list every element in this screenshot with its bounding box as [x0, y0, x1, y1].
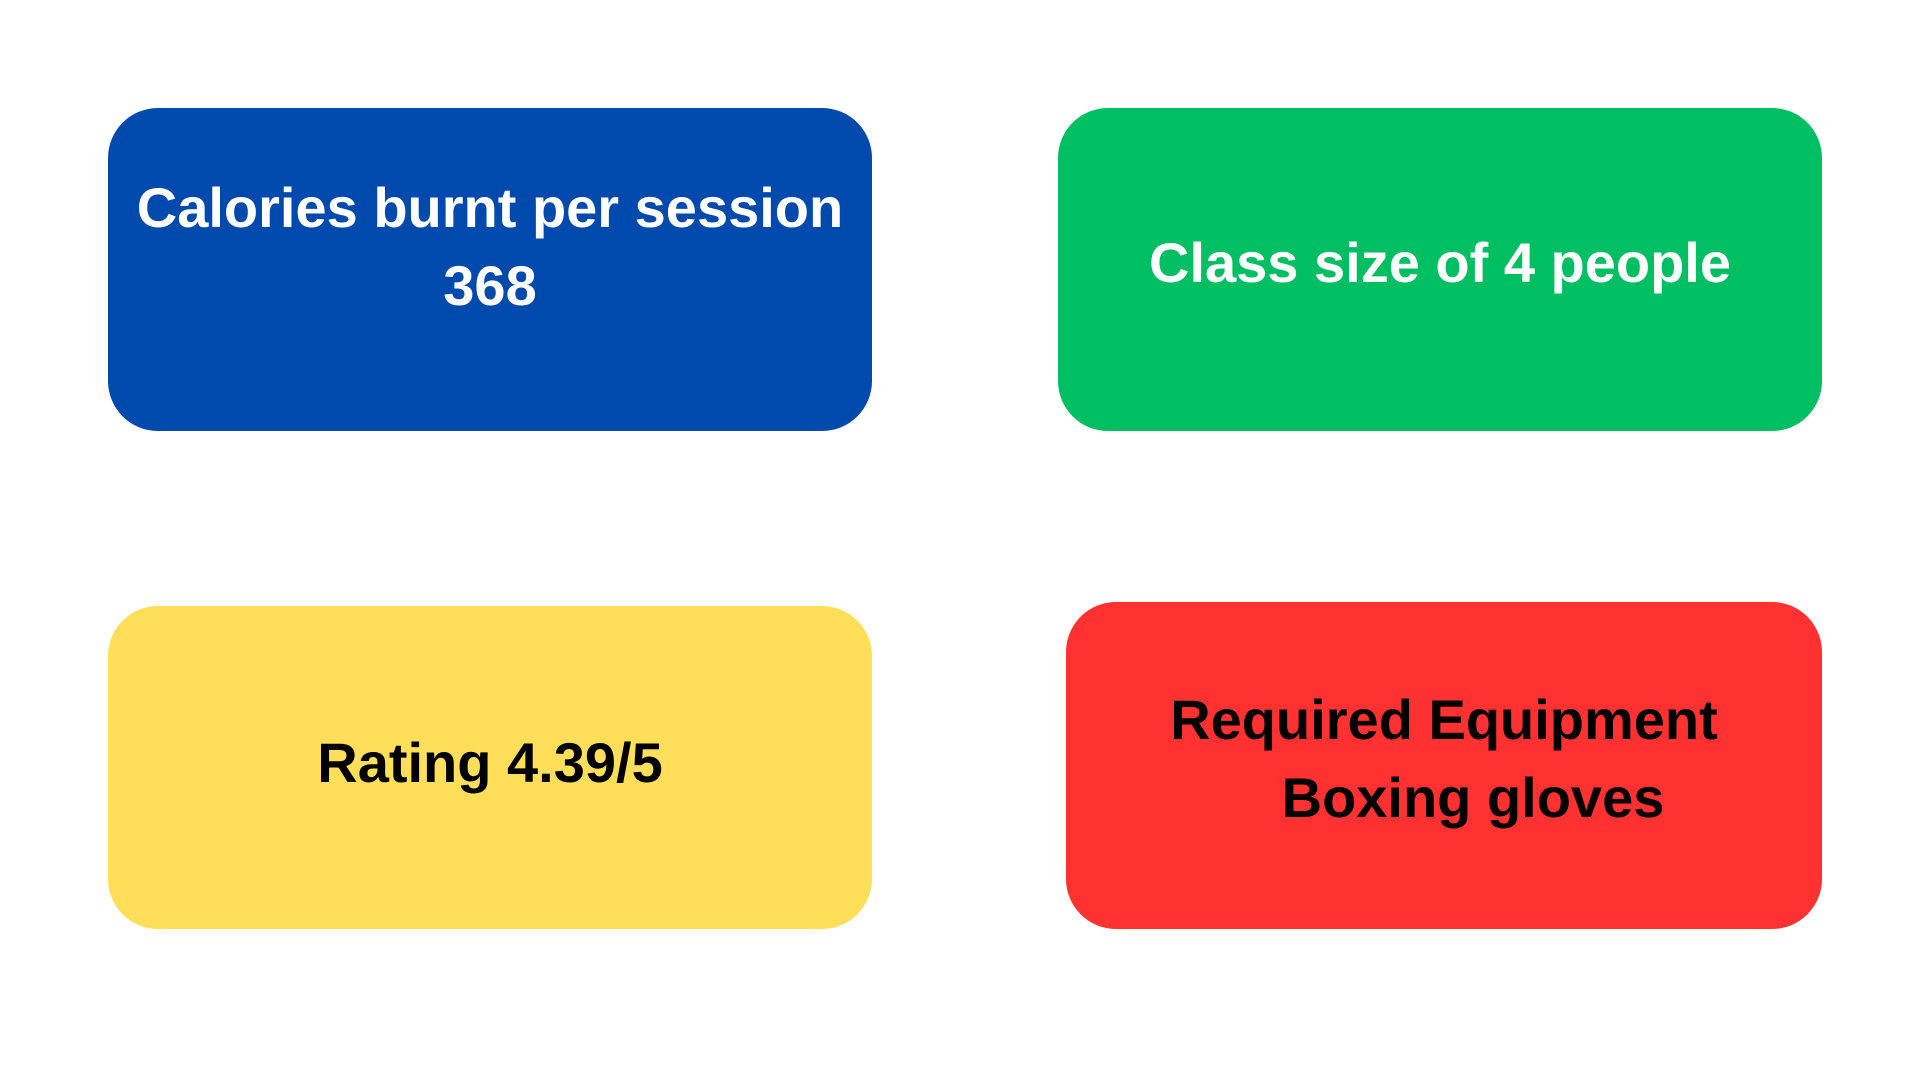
calories-label: Calories burnt per session — [136, 175, 844, 239]
equipment-label: Required Equipment — [1170, 687, 1718, 751]
rating-card: Rating 4.39/5 — [108, 606, 872, 929]
class-size-label: Class size of 4 people — [1149, 230, 1731, 294]
equipment-text: Required Equipment Boxing gloves — [1170, 681, 1718, 837]
calories-value: 368 — [443, 253, 537, 317]
class-size-text: Class size of 4 people — [1149, 224, 1731, 302]
equipment-card: Required Equipment Boxing gloves — [1066, 602, 1822, 929]
calories-text: Calories burnt per session 368 — [137, 169, 843, 325]
rating-text: Rating 4.39/5 — [317, 724, 662, 802]
class-size-card: Class size of 4 people — [1058, 108, 1822, 431]
calories-card: Calories burnt per session 368 — [108, 108, 872, 431]
equipment-value: Boxing gloves — [1281, 765, 1665, 829]
rating-label: Rating 4.39/5 — [317, 730, 663, 794]
